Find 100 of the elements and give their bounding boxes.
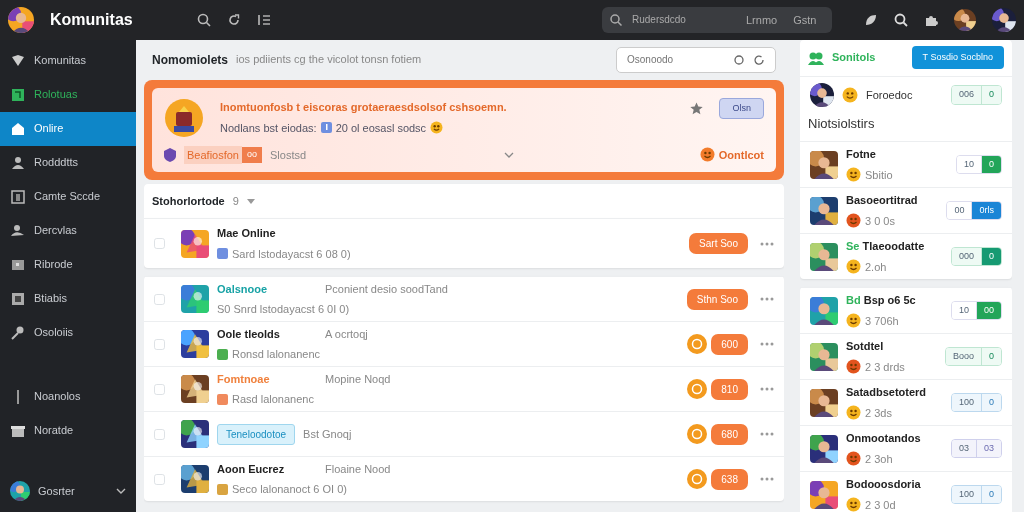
sidebar-item[interactable]: Camte Sccde bbox=[0, 179, 136, 214]
item-subtitle: Sard lstodayacst 6 08 0) bbox=[232, 246, 351, 262]
sidebar-item[interactable]: Rolotuas bbox=[0, 77, 136, 112]
user-icon bbox=[10, 222, 26, 239]
emoji-icon bbox=[846, 405, 861, 421]
checkbox[interactable] bbox=[154, 473, 165, 485]
emoji-icon bbox=[846, 451, 861, 467]
page-subtitle: ios pdiients cg the vicolot tonsn fotiem bbox=[236, 52, 422, 68]
more-icon[interactable] bbox=[760, 297, 774, 302]
item-detail: Floaine Nood bbox=[325, 461, 391, 477]
contact-name: Fotne bbox=[846, 147, 877, 163]
item-detail: A ocrtoqj bbox=[325, 326, 368, 342]
add-button[interactable]: T Sosdio Socblno bbox=[911, 45, 1004, 70]
count-toggle[interactable]: 100 0 bbox=[950, 484, 1002, 505]
count-toggle[interactable]: 000 0 bbox=[950, 246, 1002, 267]
checkbox[interactable] bbox=[154, 293, 165, 305]
banner-meta: Nodlans bst eiodas: bbox=[220, 120, 317, 136]
count-toggle[interactable]: 10 00 bbox=[950, 300, 1002, 321]
more-icon[interactable] bbox=[760, 432, 774, 437]
sidebar-item[interactable]: Noratde bbox=[0, 413, 136, 448]
search-bar[interactable]: Osonoodo bbox=[616, 46, 776, 73]
user-menu[interactable]: Gosrter bbox=[0, 474, 136, 508]
count-toggle[interactable]: 03 03 bbox=[950, 438, 1002, 459]
chart-icon bbox=[10, 86, 26, 103]
status-text: Slostsd bbox=[270, 147, 307, 163]
checkbox[interactable] bbox=[154, 428, 165, 440]
count-toggle[interactable]: 006 0 bbox=[950, 85, 1002, 105]
trophy-icon bbox=[164, 97, 204, 138]
panel-title: Sonitols bbox=[832, 50, 876, 66]
emoji-icon bbox=[846, 259, 861, 275]
coin-icon[interactable] bbox=[687, 379, 708, 400]
chevron-icon[interactable] bbox=[504, 151, 515, 158]
coin-icon[interactable] bbox=[687, 469, 708, 490]
emoji-icon bbox=[846, 213, 861, 229]
sidebar-item[interactable]: Dercvlas bbox=[0, 213, 136, 248]
item-detail: Pconient desio soodTand bbox=[325, 281, 448, 297]
divider-icon bbox=[17, 388, 19, 405]
checkbox[interactable] bbox=[154, 383, 165, 395]
more-icon[interactable] bbox=[760, 387, 774, 392]
tag-badge: oo bbox=[242, 147, 262, 163]
sidebar-item[interactable]: Rodddtts bbox=[0, 145, 136, 180]
contact-link[interactable]: Oontlcot bbox=[699, 146, 764, 164]
banner-button[interactable]: Olsn bbox=[719, 97, 764, 120]
coin-icon[interactable] bbox=[687, 424, 708, 445]
caret-icon[interactable] bbox=[246, 198, 255, 204]
sidebar-item[interactable]: Ribrode bbox=[0, 247, 136, 282]
count-toggle[interactable]: 100 0 bbox=[950, 392, 1002, 413]
leaf-icon[interactable] bbox=[864, 12, 878, 27]
refresh-icon[interactable] bbox=[226, 12, 241, 27]
emoji-icon bbox=[846, 313, 861, 329]
more-icon[interactable] bbox=[760, 342, 774, 347]
search-icon[interactable] bbox=[894, 12, 908, 27]
brand-name: Komunitas bbox=[50, 9, 133, 30]
emoji-icon bbox=[699, 147, 715, 163]
item-name: Fomtnoae bbox=[217, 371, 271, 387]
contact-name: Foroedoc bbox=[866, 87, 913, 103]
key-icon bbox=[10, 324, 26, 341]
sidebar-item[interactable]: Komunitas bbox=[0, 43, 136, 78]
contact-status: Sbitio bbox=[865, 167, 893, 183]
contact-name: Bd Bsp o6 5c bbox=[846, 293, 916, 309]
emoji-icon bbox=[846, 167, 861, 183]
search-icon bbox=[610, 13, 622, 26]
contact-status: 2 3 0d bbox=[865, 497, 896, 512]
item-subtitle: Ronsd lalonanenc bbox=[232, 347, 321, 363]
chevron-icon bbox=[116, 488, 126, 494]
item-name: Mae Online bbox=[217, 226, 277, 242]
item-detail: Bst Gnoqj bbox=[303, 426, 352, 442]
list-icon[interactable] bbox=[256, 12, 271, 27]
sidebar-item[interactable]: Noanolos bbox=[0, 379, 136, 414]
sidebar-item[interactable]: Btiabis bbox=[0, 281, 136, 316]
search-field[interactable]: Osonoodo bbox=[625, 51, 725, 69]
search-field[interactable]: Rudersdcdo bbox=[630, 11, 730, 29]
star-icon[interactable] bbox=[690, 101, 704, 115]
sidebar-item[interactable]: Onlire bbox=[0, 111, 136, 146]
contact-status: 2 3ds bbox=[865, 405, 892, 421]
tag-label: Teneloodotoe bbox=[217, 423, 296, 445]
count-toggle[interactable]: 00 0rls bbox=[946, 200, 1002, 221]
checkbox[interactable] bbox=[154, 338, 165, 350]
checkbox[interactable] bbox=[154, 238, 165, 250]
contact-name: Satadbsetoterd bbox=[846, 385, 927, 401]
more-icon[interactable] bbox=[760, 477, 774, 482]
group-icon bbox=[808, 50, 824, 65]
coin-icon[interactable] bbox=[687, 334, 708, 355]
search-bar[interactable]: Rudersdcdo Lrnmo Gstn bbox=[602, 6, 832, 33]
item-name: Oole tleolds bbox=[217, 326, 281, 342]
contact-name: Onmootandos bbox=[846, 431, 921, 447]
sidebar-item[interactable]: Osoloiis bbox=[0, 315, 136, 350]
emoji-icon bbox=[842, 87, 858, 104]
count-toggle[interactable]: Booo 0 bbox=[944, 346, 1002, 367]
emoji-icon bbox=[430, 121, 444, 135]
item-subtitle: Seco lalonanoct 6 OI 0) bbox=[232, 482, 347, 498]
item-subtitle: S0 Snrd lstodayacst 6 0I 0) bbox=[217, 302, 350, 318]
emoji-icon bbox=[846, 359, 861, 375]
square-icon bbox=[10, 290, 26, 307]
search-icon[interactable] bbox=[196, 12, 211, 27]
tag-label: Beafiosfon bbox=[184, 145, 242, 165]
more-icon[interactable] bbox=[760, 241, 774, 246]
page-title: Nomomiolets bbox=[152, 51, 228, 69]
count-toggle[interactable]: 10 0 bbox=[955, 154, 1002, 175]
contact-status: 3 706h bbox=[865, 313, 899, 329]
